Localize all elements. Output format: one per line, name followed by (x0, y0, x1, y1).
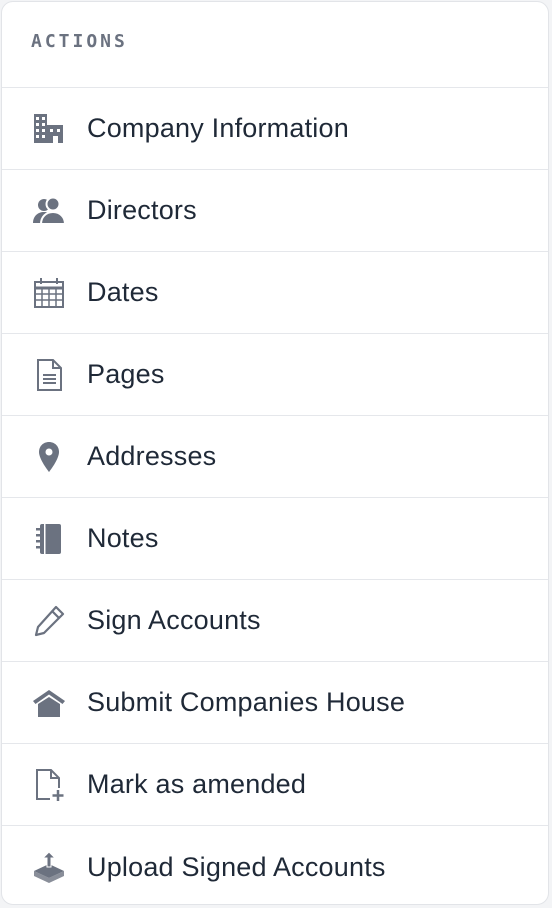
document-icon (31, 357, 67, 393)
action-label: Company Information (87, 113, 349, 143)
action-label: Notes (87, 523, 159, 553)
action-label: Dates (87, 277, 159, 307)
action-addresses[interactable]: Addresses (2, 416, 548, 498)
action-label: Submit Companies House (87, 687, 406, 717)
calendar-icon (31, 275, 67, 311)
action-mark-as-amended[interactable]: Mark as amended (2, 744, 548, 826)
action-upload-signed-accounts[interactable]: Upload Signed Accounts (2, 826, 548, 904)
users-icon (31, 193, 67, 229)
map-pin-icon (31, 439, 67, 475)
action-submit-companies-house[interactable]: Submit Companies House (2, 662, 548, 744)
action-label: Directors (87, 195, 197, 225)
actions-title: ACTIONS (31, 31, 128, 52)
building-icon (31, 111, 67, 147)
file-plus-icon (31, 767, 67, 803)
action-dates[interactable]: Dates (2, 252, 548, 334)
house-icon (31, 685, 67, 721)
actions-header: ACTIONS (2, 2, 548, 88)
action-label: Sign Accounts (87, 605, 261, 635)
notebook-icon (31, 521, 67, 557)
pencil-icon (31, 603, 67, 639)
action-label: Pages (87, 359, 165, 389)
upload-icon (31, 849, 67, 885)
action-sign-accounts[interactable]: Sign Accounts (2, 580, 548, 662)
action-label: Mark as amended (87, 769, 307, 799)
action-label: Addresses (87, 441, 217, 471)
actions-panel: ACTIONS Company Information Directors Da… (1, 1, 549, 905)
action-directors[interactable]: Directors (2, 170, 548, 252)
action-company-information[interactable]: Company Information (2, 88, 548, 170)
action-label: Upload Signed Accounts (87, 851, 386, 882)
action-notes[interactable]: Notes (2, 498, 548, 580)
action-pages[interactable]: Pages (2, 334, 548, 416)
